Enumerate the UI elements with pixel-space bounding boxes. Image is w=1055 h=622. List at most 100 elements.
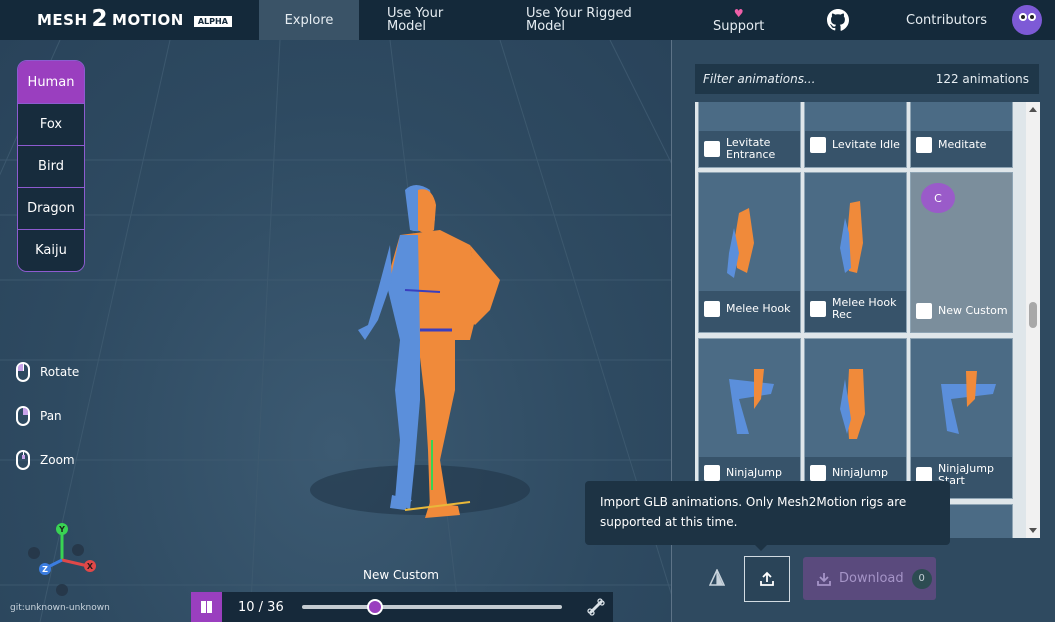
animation-label: Levitate Entrance	[726, 136, 776, 161]
animation-label-row: NinjaJump	[704, 465, 797, 481]
animation-thumbnail	[699, 173, 800, 291]
hint-zoom-label: Zoom	[40, 453, 75, 467]
animation-card[interactable]: Meditate	[910, 102, 1013, 168]
mouse-left-icon	[16, 362, 30, 382]
nav-support[interactable]: ♥ Support	[713, 0, 764, 40]
animation-label: NinjaJump	[832, 466, 888, 479]
scrubber-handle[interactable]	[366, 599, 383, 615]
download-label: Download	[839, 571, 904, 586]
animation-checkbox[interactable]	[704, 301, 720, 317]
app-logo[interactable]: MESH 2 MOTION ALPHA	[37, 6, 232, 32]
skeleton-tab-dragon[interactable]: Dragon	[18, 187, 84, 229]
download-icon	[817, 572, 831, 586]
animation-thumbnail	[699, 102, 800, 131]
animation-thumbnail	[805, 173, 906, 291]
avatar-eye-right	[1028, 13, 1036, 21]
logo-mesh: MESH	[37, 11, 88, 29]
heart-icon: ♥	[733, 6, 744, 20]
animation-thumbnail	[911, 102, 1012, 131]
animation-label: NinjaJump	[726, 466, 782, 479]
prism-icon[interactable]	[709, 569, 725, 587]
frame-counter: 10 / 36	[238, 599, 284, 615]
scroll-thumb[interactable]	[1029, 302, 1037, 328]
animation-label: Levitate Idle	[832, 138, 900, 151]
playback-bar: 10 / 36	[191, 592, 613, 622]
camera-controls-hint: Rotate Pan Zoom	[16, 350, 79, 482]
animation-label-row: Melee Hook	[704, 301, 797, 317]
import-animation-button[interactable]	[744, 556, 790, 602]
logo-two: 2	[91, 6, 109, 32]
nav-contributors[interactable]: Contributors	[906, 0, 987, 40]
animation-card[interactable]: NinjaJump	[698, 338, 801, 499]
hint-rotate: Rotate	[16, 350, 79, 394]
animation-label-row: Meditate	[916, 137, 1009, 153]
logo-motion: MOTION	[112, 11, 184, 29]
pause-button[interactable]	[191, 592, 222, 622]
3d-viewport[interactable]: Human Fox Bird Dragon Kaiju Rotate Pan Z…	[0, 40, 671, 622]
animation-card[interactable]: NinjaJump	[804, 338, 907, 499]
animation-thumbnail	[805, 102, 906, 131]
nav-upload-line2: Model	[387, 19, 427, 34]
filter-placeholder: Filter animations...	[703, 72, 816, 86]
nav-use-rigged-model[interactable]: Use Your Rigged Model	[526, 0, 632, 40]
alpha-badge: ALPHA	[193, 15, 232, 27]
download-count-badge: 0	[911, 568, 932, 589]
timeline-scrubber[interactable]	[302, 599, 562, 615]
pause-icon	[201, 601, 206, 613]
skeleton-tab-bird[interactable]: Bird	[18, 145, 84, 187]
axis-gizmo[interactable]: Y X Z	[18, 520, 108, 610]
gizmo-z-label: Z	[42, 565, 48, 574]
top-nav-bar: MESH 2 MOTION ALPHA Explore Use Your Mode…	[0, 0, 1055, 40]
import-tooltip: Import GLB animations. Only Mesh2Motion …	[585, 481, 950, 551]
download-button[interactable]: Download 0	[803, 557, 936, 600]
animation-label: New Custom	[938, 304, 1008, 317]
animation-checkbox[interactable]	[916, 303, 932, 319]
hint-pan: Pan	[16, 394, 79, 438]
animation-card[interactable]: Melee Hook Rec	[804, 172, 907, 333]
mouse-right-icon	[16, 406, 30, 426]
animation-label: Melee Hook	[726, 302, 791, 315]
animation-checkbox[interactable]	[810, 137, 826, 153]
animation-card-custom[interactable]: C New Custom	[910, 172, 1013, 333]
animation-label-row: Levitate Entrance	[704, 137, 797, 161]
animation-list[interactable]: LevitateEntrance Levitate Idle Meditate	[695, 102, 1040, 538]
animation-count: 122 animations	[935, 72, 1029, 86]
animation-card[interactable]: Melee Hook	[698, 172, 801, 333]
animation-filter-input[interactable]: Filter animations... 122 animations	[695, 64, 1039, 94]
animation-checkbox[interactable]	[810, 301, 826, 317]
animation-label: Meditate	[938, 138, 987, 151]
animation-card[interactable]: NinjaJump Start	[910, 338, 1013, 499]
hint-pan-label: Pan	[40, 409, 62, 423]
animation-label-row: New Custom	[916, 303, 1009, 319]
bone-icon[interactable]	[587, 598, 605, 616]
skeleton-tab-kaiju[interactable]: Kaiju	[18, 229, 84, 271]
nav-explore[interactable]: Explore	[259, 0, 359, 40]
animation-card[interactable]: Levitate Entrance	[698, 102, 801, 168]
custom-animation-badge: C	[921, 183, 955, 213]
animation-thumbnail	[699, 339, 800, 457]
scroll-down-arrow-icon[interactable]	[1029, 528, 1037, 533]
animation-thumbnail	[911, 339, 1012, 457]
skeleton-selector: Human Fox Bird Dragon Kaiju	[17, 60, 85, 272]
animation-label-row: NinjaJump	[810, 465, 903, 481]
animation-checkbox[interactable]	[704, 465, 720, 481]
hint-zoom: Zoom	[16, 438, 79, 482]
gizmo-y-label: Y	[58, 525, 65, 534]
animation-card[interactable]: Levitate Idle	[804, 102, 907, 168]
skeleton-tab-human[interactable]: Human	[18, 61, 84, 103]
skeleton-tab-fox[interactable]: Fox	[18, 103, 84, 145]
gizmo-x-label: X	[87, 562, 94, 571]
animation-checkbox[interactable]	[704, 141, 720, 157]
pause-icon-bar	[207, 601, 212, 613]
list-scrollbar[interactable]	[1026, 102, 1040, 538]
scroll-up-arrow-icon[interactable]	[1029, 107, 1037, 112]
current-animation-name: New Custom	[363, 568, 439, 582]
animation-checkbox[interactable]	[916, 137, 932, 153]
animation-checkbox[interactable]	[810, 465, 826, 481]
mouse-wheel-icon	[16, 450, 30, 470]
upload-icon	[760, 571, 774, 586]
user-avatar[interactable]	[1012, 5, 1042, 35]
nav-use-your-model[interactable]: Use Your Model	[387, 0, 443, 40]
github-icon[interactable]	[826, 0, 850, 40]
nav-rigged-line2: Model	[526, 19, 566, 34]
